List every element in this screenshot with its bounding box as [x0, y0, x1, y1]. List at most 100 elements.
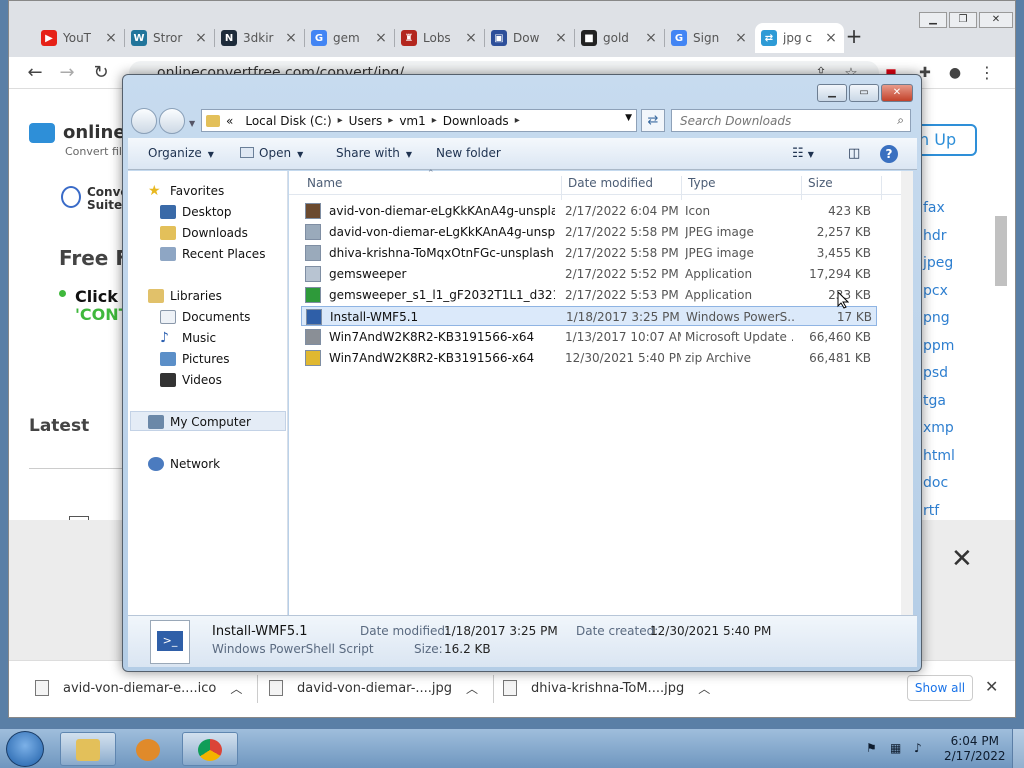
nav-my-computer[interactable]: My Computer — [148, 412, 251, 432]
start-button[interactable] — [6, 731, 44, 767]
network-tray-icon[interactable]: ▦ — [890, 741, 904, 755]
explorer-close-button[interactable]: ✕ — [881, 84, 913, 102]
explorer-minimize-button[interactable]: ▁ — [817, 84, 847, 102]
nav-music[interactable]: ♪ Music — [160, 328, 216, 348]
file-row[interactable]: Win7AndW2K8R2-KB3191566-x64 1/13/2017 10:… — [301, 327, 877, 347]
search-box[interactable]: ⌕ — [671, 109, 911, 132]
taskbar-media-player[interactable] — [120, 732, 176, 766]
taskbar-explorer[interactable] — [60, 732, 116, 766]
maximize-button[interactable]: ❐ — [949, 12, 977, 28]
tab-close-icon[interactable]: × — [464, 30, 478, 46]
format-link[interactable]: tga — [923, 393, 955, 421]
explorer-address-bar[interactable]: « Local Disk (C:) ▸ Users ▸ vm1 ▸ Downlo… — [201, 109, 637, 132]
format-link[interactable]: hdr — [923, 228, 955, 256]
recent-pages-chevron-icon[interactable]: ▼ — [189, 119, 195, 128]
organize-menu[interactable]: Organize ▼ — [148, 146, 214, 160]
search-icon[interactable]: ⌕ — [897, 113, 904, 128]
forward-icon[interactable]: → — [55, 61, 79, 85]
column-type[interactable]: Type — [688, 176, 716, 190]
nav-downloads[interactable]: Downloads — [160, 223, 248, 243]
format-link[interactable]: psd — [923, 365, 955, 393]
chevron-right-icon[interactable]: ▸ — [338, 115, 343, 126]
breadcrumb-local-disk[interactable]: Local Disk (C:) — [245, 114, 331, 128]
format-link[interactable]: html — [923, 448, 955, 476]
explorer-maximize-button[interactable]: ▭ — [849, 84, 879, 102]
forward-icon[interactable] — [159, 108, 185, 134]
open-menu[interactable]: Open ▼ — [240, 146, 303, 160]
column-name[interactable]: Name — [307, 176, 342, 190]
file-row[interactable]: dhiva-krishna-ToMqxOtnFGc-unsplash 2/17/2… — [301, 243, 877, 263]
tab-3[interactable]: Ggem × — [305, 23, 394, 53]
tab-5[interactable]: ▣ Dow × — [485, 23, 574, 53]
address-dropdown-icon[interactable]: ▼ — [625, 113, 632, 123]
downloads-close-icon[interactable]: ✕ — [985, 677, 998, 696]
view-options-icon[interactable]: ☷ ▼ — [792, 146, 814, 161]
nav-videos[interactable]: Videos — [160, 370, 222, 390]
show-all-button[interactable]: Show all — [907, 675, 973, 701]
clock[interactable]: 6:04 PM 2/17/2022 — [944, 734, 1006, 764]
download-item[interactable]: dhiva-krishna-ToM....jpg ︿ — [503, 671, 710, 705]
nav-pictures[interactable]: Pictures — [160, 349, 230, 369]
download-item[interactable]: avid-von-diemar-e....ico ︿ — [35, 671, 242, 705]
format-link[interactable]: fax — [923, 200, 955, 228]
nav-recent-places[interactable]: Recent Places — [160, 244, 265, 264]
file-row[interactable]: david-von-diemar-eLgKkKAnA4g-unspla... 2/… — [301, 222, 877, 242]
action-center-icon[interactable]: ⚑ — [866, 741, 880, 755]
tab-close-icon[interactable]: × — [734, 30, 748, 46]
minimize-button[interactable]: ▁ — [919, 12, 947, 28]
chevron-up-icon[interactable]: ︿ — [466, 680, 478, 697]
tab-1[interactable]: W Stror × — [125, 23, 214, 53]
chevron-up-icon[interactable]: ︿ — [230, 680, 242, 697]
volume-icon[interactable]: ♪ — [914, 741, 928, 755]
chevron-right-icon[interactable]: ▸ — [432, 115, 437, 126]
column-separator[interactable] — [561, 176, 562, 200]
tab-6[interactable]: ■ gold × — [575, 23, 664, 53]
file-list-scrollbar[interactable] — [901, 171, 913, 615]
file-row[interactable]: avid-von-diemar-eLgKkKAnA4g-unsplash 2/17… — [301, 201, 877, 221]
search-input[interactable] — [672, 110, 882, 131]
download-item[interactable]: david-von-diemar-....jpg ︿ — [269, 671, 478, 705]
new-tab-button[interactable]: + — [843, 25, 865, 49]
format-link[interactable]: doc — [923, 475, 955, 503]
reload-icon[interactable]: ↻ — [89, 61, 113, 85]
format-link[interactable]: jpeg — [923, 255, 955, 283]
tab-8[interactable]: ⇄ jpg c × — [755, 23, 844, 53]
new-folder-button[interactable]: New folder — [436, 146, 501, 160]
tab-close-icon[interactable]: × — [644, 30, 658, 46]
chevron-right-icon[interactable]: ▸ — [515, 115, 520, 126]
tab-4[interactable]: ♜ Lobs × — [395, 23, 484, 53]
column-date-modified[interactable]: Date modified — [568, 176, 653, 190]
back-icon[interactable]: ← — [23, 61, 47, 85]
tab-close-icon[interactable]: × — [284, 30, 298, 46]
nav-network[interactable]: Network — [148, 454, 220, 474]
chevron-up-icon[interactable]: ︿ — [698, 680, 710, 697]
show-desktop-button[interactable] — [1012, 729, 1024, 768]
format-link[interactable]: ppm — [923, 338, 955, 366]
breadcrumb-downloads[interactable]: Downloads — [443, 114, 509, 128]
tab-close-icon[interactable]: × — [194, 30, 208, 46]
file-row[interactable]: Win7AndW2K8R2-KB3191566-x64 12/30/2021 5:… — [301, 348, 877, 368]
page-scrollbar[interactable] — [995, 216, 1007, 286]
column-size[interactable]: Size — [808, 176, 833, 190]
nav-favorites[interactable]: ★ Favorites — [148, 181, 224, 201]
profile-avatar-icon[interactable]: ● — [943, 61, 967, 85]
breadcrumb-vm1[interactable]: vm1 — [399, 114, 425, 128]
refresh-icon[interactable]: ⇄ — [641, 109, 665, 132]
preview-pane-icon[interactable]: ◫ — [848, 146, 860, 161]
help-icon[interactable]: ? — [880, 145, 898, 163]
column-separator[interactable] — [681, 176, 682, 200]
share-with-menu[interactable]: Share with ▼ — [336, 146, 412, 160]
tab-2[interactable]: N 3dkir × — [215, 23, 304, 53]
column-separator[interactable] — [881, 176, 882, 200]
column-separator[interactable] — [801, 176, 802, 200]
nav-desktop[interactable]: Desktop — [160, 202, 232, 222]
overlay-close-icon[interactable]: ✕ — [951, 544, 973, 574]
nav-documents[interactable]: Documents — [160, 307, 250, 327]
menu-dots-icon[interactable]: ⋮ — [975, 61, 999, 85]
chevron-right-icon[interactable]: ▸ — [388, 115, 393, 126]
tab-close-icon[interactable]: × — [104, 30, 118, 46]
back-icon[interactable] — [131, 108, 157, 134]
file-row[interactable]: gemsweeper_s1_l1_gF2032T1L1_d321332... 2/… — [301, 285, 877, 305]
format-link[interactable]: pcx — [923, 283, 955, 311]
breadcrumb-users[interactable]: Users — [349, 114, 383, 128]
